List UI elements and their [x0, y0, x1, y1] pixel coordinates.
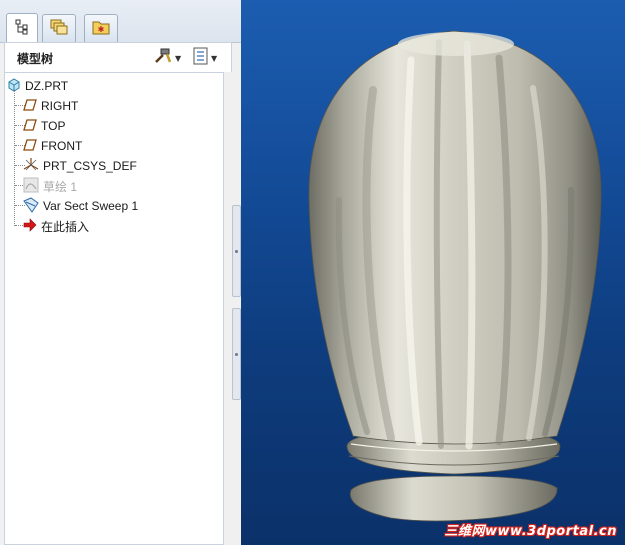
grip-dot — [235, 250, 238, 253]
datum-plane-icon — [23, 138, 37, 155]
tree-item-label: 草绘 1 — [43, 179, 78, 194]
tree-item-label: 在此插入 — [41, 219, 90, 234]
tree-item-top[interactable]: TOP — [23, 116, 223, 136]
chevron-down-icon: ▼ — [211, 53, 218, 63]
panel-sash-handle[interactable] — [232, 205, 241, 297]
tree-item-front[interactable]: FRONT — [23, 136, 223, 156]
model-render — [308, 30, 602, 522]
tree-item-csys[interactable]: PRT_CSYS_DEF — [23, 156, 223, 176]
tree-show-button[interactable]: ▼ — [193, 47, 218, 69]
favorites-folder-icon: ✱ — [92, 19, 110, 39]
chevron-down-icon: ▼ — [175, 53, 182, 63]
navigator-tabbar: ✱ — [0, 0, 241, 43]
tree-item-label: TOP — [41, 119, 66, 133]
tree-show-icon — [193, 47, 209, 69]
navigator-panel: ✱ 模型树 ▼ ▼ DZ.PRT RIGHT TOP FRONT PRT_CSY… — [0, 0, 241, 545]
model-tree-icon — [15, 19, 29, 39]
tab-layers[interactable] — [42, 14, 76, 42]
tab-favorites[interactable]: ✱ — [84, 14, 118, 42]
datum-plane-icon — [23, 98, 37, 115]
graphics-viewport[interactable]: 三维网www.3dportal.cn — [241, 0, 625, 545]
tree-item-insert-here[interactable]: 在此插入 — [23, 216, 223, 236]
coordinate-system-icon — [23, 157, 39, 176]
panel-sash-handle[interactable] — [232, 308, 241, 400]
tree-item-sketch[interactable]: 草绘 1 — [23, 176, 223, 196]
tab-model-tree[interactable] — [6, 13, 38, 43]
sketch-icon — [23, 177, 39, 196]
tree-item-label: DZ.PRT — [25, 79, 69, 93]
tree-item-label: PRT_CSYS_DEF — [43, 159, 137, 173]
tree-item-right[interactable]: RIGHT — [23, 96, 223, 116]
tree-item-var-sect-sweep[interactable]: Var Sect Sweep 1 — [23, 196, 223, 216]
layers-icon — [50, 19, 68, 39]
grip-dot — [235, 353, 238, 356]
tree-item-label: RIGHT — [41, 99, 79, 113]
tree-settings-button[interactable]: ▼ — [153, 47, 182, 69]
var-sect-sweep-icon — [23, 196, 39, 216]
model-tree-header: 模型树 ▼ ▼ — [4, 42, 232, 72]
svg-text:✱: ✱ — [98, 25, 105, 34]
insert-here-arrow-icon — [23, 217, 37, 235]
tree-item-label: FRONT — [41, 139, 83, 153]
model-base-flange — [349, 475, 558, 522]
model-top-highlight — [398, 32, 514, 56]
model-tree-title: 模型树 — [17, 52, 54, 66]
tree-item-root[interactable]: DZ.PRT — [7, 76, 225, 96]
tree-settings-icon — [153, 47, 173, 69]
datum-plane-icon — [23, 118, 37, 135]
tree-item-label: Var Sect Sweep 1 — [43, 199, 139, 213]
watermark: 三维网www.3dportal.cn — [444, 524, 617, 539]
model-tree: DZ.PRT RIGHT TOP FRONT PRT_CSYS_DEF 草绘 1… — [4, 72, 224, 545]
